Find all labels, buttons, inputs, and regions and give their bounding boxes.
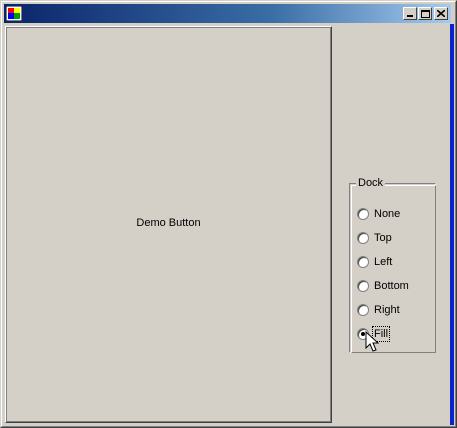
maximize-button[interactable] [418, 7, 432, 20]
radio-left[interactable]: Left [357, 253, 392, 271]
radio-circle[interactable] [357, 232, 369, 244]
demo-button-label: Demo Button [136, 217, 201, 229]
radio-none[interactable]: None [357, 205, 400, 223]
maximize-icon [420, 9, 430, 18]
radio-label-top: Top [374, 232, 392, 244]
radio-circle[interactable] [357, 280, 369, 292]
app-window: Demo Button Dock None Top Left Bottom Ri… [0, 0, 457, 428]
close-button[interactable] [434, 7, 448, 20]
window-right-edge [450, 24, 454, 425]
app-icon [6, 6, 22, 21]
radio-label-none: None [374, 208, 401, 220]
mouse-cursor-icon [365, 331, 380, 352]
groupbox-legend: Dock [356, 177, 386, 189]
dock-groupbox: Dock None Top Left Bottom Right Fill [349, 177, 436, 353]
radio-label-right: Right [374, 304, 400, 316]
minimize-icon [407, 15, 413, 17]
radio-label-left: Left [374, 256, 393, 268]
demo-button[interactable]: Demo Button [5, 26, 332, 423]
radio-circle[interactable] [357, 304, 369, 316]
radio-right[interactable]: Right [357, 301, 400, 319]
radio-circle[interactable] [357, 208, 369, 220]
close-icon [437, 10, 445, 17]
radio-circle[interactable] [357, 256, 369, 268]
radio-bottom[interactable]: Bottom [357, 277, 409, 295]
minimize-button[interactable] [403, 7, 417, 20]
title-bar[interactable] [4, 4, 451, 23]
radio-top[interactable]: Top [357, 229, 392, 247]
radio-label-bottom: Bottom [374, 280, 409, 292]
